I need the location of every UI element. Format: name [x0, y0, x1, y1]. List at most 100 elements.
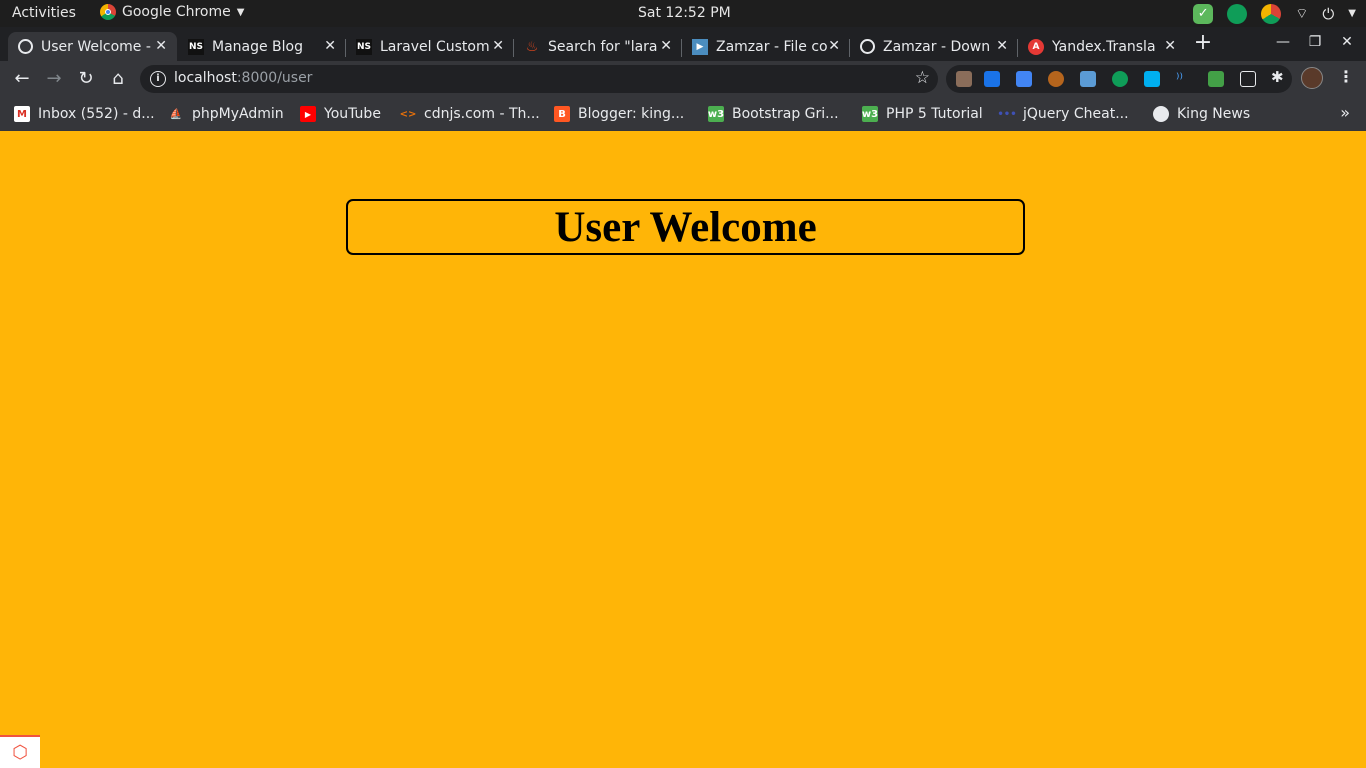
ns-icon: NS	[356, 38, 372, 55]
bookmark-youtube[interactable]: ▶ YouTube	[300, 103, 381, 125]
app-menu[interactable]: Google Chrome ▼	[100, 4, 244, 20]
bookmark-inbox[interactable]: M Inbox (552) - d...	[14, 103, 155, 125]
download-extension-icon[interactable]	[1080, 71, 1096, 87]
page-title: User Welcome	[554, 203, 817, 251]
back-button[interactable]: ←	[10, 67, 34, 91]
skype-extension-icon[interactable]	[1144, 71, 1160, 87]
bookmark-php-tutorial[interactable]: w3 PHP 5 Tutorial	[862, 103, 983, 125]
bookmarks-overflow-icon[interactable]: »	[1340, 103, 1350, 122]
bookmark-label: Bootstrap Gri...	[732, 106, 839, 122]
tab-title: Laravel Custom	[380, 38, 490, 55]
avatar[interactable]	[1301, 67, 1323, 89]
close-icon[interactable]: ✕	[324, 38, 336, 54]
chevron-down-icon: ▼	[236, 6, 245, 18]
app-name: Google Chrome	[122, 4, 231, 20]
tab-title: Yandex.Transla	[1052, 38, 1156, 55]
zoom-extension-icon[interactable]	[1240, 71, 1256, 87]
menu-kebab-icon[interactable]: ⋮	[1338, 67, 1354, 86]
url-text[interactable]: localhost:8000/user	[174, 70, 312, 86]
close-icon[interactable]: ✕	[1164, 38, 1176, 54]
address-bar[interactable]: i localhost:8000/user ☆	[140, 65, 938, 93]
gmail-icon: M	[14, 106, 30, 122]
browser-toolbar: ← → ↻ ⌂ i localhost:8000/user ☆ ⁾⁾ ✱ ⋮	[0, 61, 1366, 97]
badge-extension-icon[interactable]	[1208, 71, 1224, 87]
wave-extension-icon[interactable]: ⁾⁾	[1176, 71, 1192, 87]
hangouts-icon[interactable]	[1227, 3, 1248, 24]
w3-icon: w3	[708, 106, 724, 122]
url-host: localhost	[174, 70, 237, 86]
bookmark-label: Blogger: king...	[578, 106, 685, 122]
globe-icon	[18, 39, 33, 54]
ns-icon: NS	[188, 38, 204, 55]
system-tray: ✓ ⌔ ⏻ ▼	[1193, 2, 1356, 25]
code-icon: <>	[399, 108, 417, 120]
clock[interactable]: Sat 12:52 PM	[638, 5, 731, 21]
zamzar-icon: ▶	[692, 38, 708, 55]
tab-title: Zamzar - Down	[883, 38, 991, 55]
chevron-down-icon[interactable]: ▼	[1348, 8, 1356, 19]
minimize-button[interactable]: —	[1274, 34, 1292, 50]
bookmark-star-icon[interactable]: ☆	[915, 68, 930, 88]
bookmark-bootstrap-grid[interactable]: w3 Bootstrap Gri...	[708, 103, 839, 125]
flame-icon: ♨	[525, 38, 539, 55]
laravel-icon[interactable]: ⬡	[0, 735, 40, 768]
tab-user-welcome[interactable]: User Welcome - ✕	[8, 32, 177, 61]
bookmark-label: King News	[1177, 106, 1251, 122]
tab-yandex-translate[interactable]: A Yandex.Transla ✕	[1018, 32, 1186, 61]
hangouts-extension-icon[interactable]	[1112, 71, 1128, 87]
welcome-box: User Welcome	[346, 199, 1025, 255]
bookmark-label: cdnjs.com - Th...	[424, 106, 540, 122]
bookmark-label: PHP 5 Tutorial	[886, 106, 983, 122]
bookmark-jquery-cheat[interactable]: ••• jQuery Cheat...	[997, 103, 1128, 125]
extensions-area: ⁾⁾	[946, 65, 1292, 93]
bookmark-label: Inbox (552) - d...	[38, 106, 155, 122]
globe-icon	[860, 39, 875, 54]
reload-button[interactable]: ↻	[74, 67, 98, 91]
dots-icon: •••	[997, 108, 1017, 120]
forward-button[interactable]: →	[42, 67, 66, 91]
s-extension-icon[interactable]	[984, 71, 1000, 87]
home-button[interactable]: ⌂	[106, 67, 130, 91]
phpmyadmin-icon: ⛵	[169, 108, 183, 120]
tab-title: Manage Blog	[212, 38, 304, 55]
tab-search[interactable]: ♨ Search for "lara ✕	[514, 32, 682, 61]
close-icon[interactable]: ✕	[996, 38, 1008, 54]
tab-title: Search for "lara	[548, 38, 658, 55]
power-icon[interactable]: ⏻	[1322, 5, 1334, 23]
new-tab-button[interactable]: +	[1192, 32, 1214, 54]
tab-laravel-custom[interactable]: NS Laravel Custom ✕	[346, 32, 514, 61]
info-icon[interactable]: i	[150, 71, 166, 87]
wifi-icon[interactable]: ⌔	[1295, 5, 1308, 23]
google-translate-icon[interactable]	[1016, 71, 1032, 87]
bookmark-blogger[interactable]: B Blogger: king...	[554, 103, 684, 125]
shield-check-icon[interactable]: ✓	[1193, 3, 1214, 24]
url-path: :8000/user	[236, 70, 313, 86]
bookmark-cdnjs[interactable]: <> cdnjs.com - Th...	[400, 103, 540, 125]
translate-icon: A	[1028, 38, 1044, 55]
bookmark-phpmyadmin[interactable]: ⛵ phpMyAdmin	[168, 103, 284, 125]
close-icon[interactable]: ✕	[660, 38, 672, 54]
restore-button[interactable]: ❐	[1306, 34, 1324, 50]
close-icon[interactable]: ✕	[492, 38, 504, 54]
close-icon[interactable]: ✕	[155, 38, 167, 54]
close-icon[interactable]: ✕	[828, 38, 840, 54]
tab-zamzar-file[interactable]: ▶ Zamzar - File co ✕	[682, 32, 850, 61]
close-window-button[interactable]: ✕	[1338, 34, 1356, 50]
pen-extension-icon[interactable]	[956, 71, 972, 87]
activities-button[interactable]: Activities	[12, 5, 76, 21]
page-content: User Welcome	[0, 131, 1366, 768]
blogger-icon: B	[554, 106, 570, 122]
tab-manage-blog[interactable]: NS Manage Blog ✕	[178, 32, 346, 61]
tab-strip: User Welcome - ✕ NS Manage Blog ✕ NS Lar…	[0, 27, 1366, 61]
chrome-tray-icon[interactable]	[1261, 3, 1282, 24]
tab-title: User Welcome -	[41, 38, 151, 55]
bookmark-label: phpMyAdmin	[192, 106, 284, 122]
extensions-puzzle-icon[interactable]: ✱	[1271, 68, 1284, 86]
tab-zamzar-down[interactable]: Zamzar - Down ✕	[850, 32, 1018, 61]
bookmark-king-news[interactable]: King News	[1153, 103, 1250, 125]
w3-icon: w3	[862, 106, 878, 122]
chrome-icon	[100, 4, 116, 20]
globe-icon	[1153, 106, 1169, 122]
bookmark-label: YouTube	[324, 106, 381, 122]
cookie-extension-icon[interactable]	[1048, 71, 1064, 87]
